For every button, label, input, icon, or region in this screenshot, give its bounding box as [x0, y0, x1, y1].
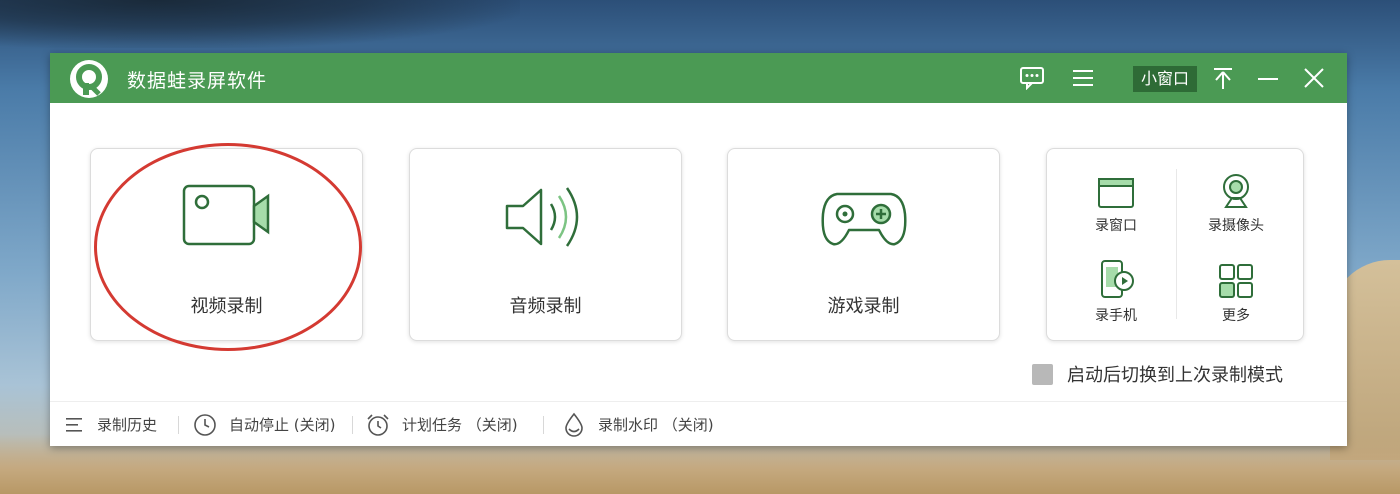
record-phone-label: 录手机: [1095, 308, 1137, 324]
audio-record-label: 音频录制: [509, 296, 582, 317]
app-logo-icon: [70, 60, 108, 98]
pin-icon: [1214, 68, 1232, 89]
audio-record-card[interactable]: 音频录制: [409, 148, 682, 341]
auto-stop-button[interactable]: 自动停止 (关闭): [193, 402, 335, 447]
speaker-icon: [505, 187, 578, 247]
pin-button[interactable]: [1208, 63, 1238, 93]
record-window-label: 录窗口: [1095, 218, 1137, 234]
app-window: 数据蛙录屏软件 小窗口 视频录制 音频录制 游戏录制 录窗口 录摄像头 录手机 …: [50, 53, 1347, 446]
grid-icon: [1219, 264, 1253, 298]
more-option[interactable]: 更多: [1191, 259, 1281, 325]
watermark-button[interactable]: 录制水印 （关闭): [562, 402, 714, 447]
menu-button[interactable]: [1068, 63, 1098, 93]
game-record-label: 游戏录制: [827, 296, 900, 317]
title-bar: 数据蛙录屏软件 小窗口: [50, 53, 1347, 103]
minimize-icon: [1258, 78, 1278, 80]
clock-icon: [194, 413, 216, 436]
feedback-button[interactable]: [1015, 63, 1049, 93]
record-history-label: 录制历史: [97, 416, 158, 434]
desktop-shadow: [0, 0, 520, 48]
panel-divider: [1176, 169, 1177, 319]
more-label: 更多: [1222, 308, 1250, 324]
minimize-button[interactable]: [1253, 63, 1283, 93]
record-webcam-option[interactable]: 录摄像头: [1191, 169, 1281, 235]
video-record-card[interactable]: 视频录制: [90, 148, 363, 341]
startup-mode-label: 启动后切换到上次录制模式: [1067, 365, 1283, 386]
phone-icon: [1101, 260, 1134, 298]
window-icon: [1098, 178, 1134, 208]
close-button[interactable]: [1299, 63, 1329, 93]
auto-stop-label: 自动停止 (关闭): [229, 416, 336, 434]
video-camera-icon: [182, 184, 269, 246]
record-history-button[interactable]: 录制历史: [65, 402, 157, 447]
small-window-button[interactable]: 小窗口: [1133, 66, 1197, 92]
startup-mode-option[interactable]: 启动后切换到上次录制模式: [1032, 361, 1283, 387]
video-record-label: 视频录制: [190, 296, 263, 317]
chat-icon: [1020, 67, 1044, 90]
footer-separator: [352, 416, 353, 434]
startup-mode-checkbox[interactable]: [1032, 363, 1053, 385]
alarm-icon: [367, 413, 389, 436]
scheduled-task-label: 计划任务 （关闭): [402, 416, 518, 434]
scheduled-task-button[interactable]: 计划任务 （关闭): [366, 402, 518, 447]
close-icon: [1304, 68, 1324, 88]
app-title: 数据蛙录屏软件: [127, 70, 268, 92]
game-record-card[interactable]: 游戏录制: [727, 148, 1000, 341]
footer-bar: 录制历史 自动停止 (关闭) 计划任务 （关闭) 录制水印 （关闭): [50, 401, 1347, 446]
watermark-label: 录制水印 （关闭): [598, 416, 714, 434]
gamepad-icon: [820, 192, 907, 246]
record-phone-option[interactable]: 录手机: [1071, 259, 1161, 325]
record-webcam-label: 录摄像头: [1208, 218, 1264, 234]
list-icon: [66, 417, 82, 432]
watermark-icon: [565, 412, 583, 437]
more-modes-panel: 录窗口 录摄像头 录手机 更多: [1046, 148, 1304, 341]
footer-separator: [543, 416, 544, 434]
webcam-icon: [1223, 174, 1249, 208]
menu-icon: [1073, 70, 1093, 86]
footer-separator: [178, 416, 179, 434]
record-window-option[interactable]: 录窗口: [1071, 169, 1161, 235]
